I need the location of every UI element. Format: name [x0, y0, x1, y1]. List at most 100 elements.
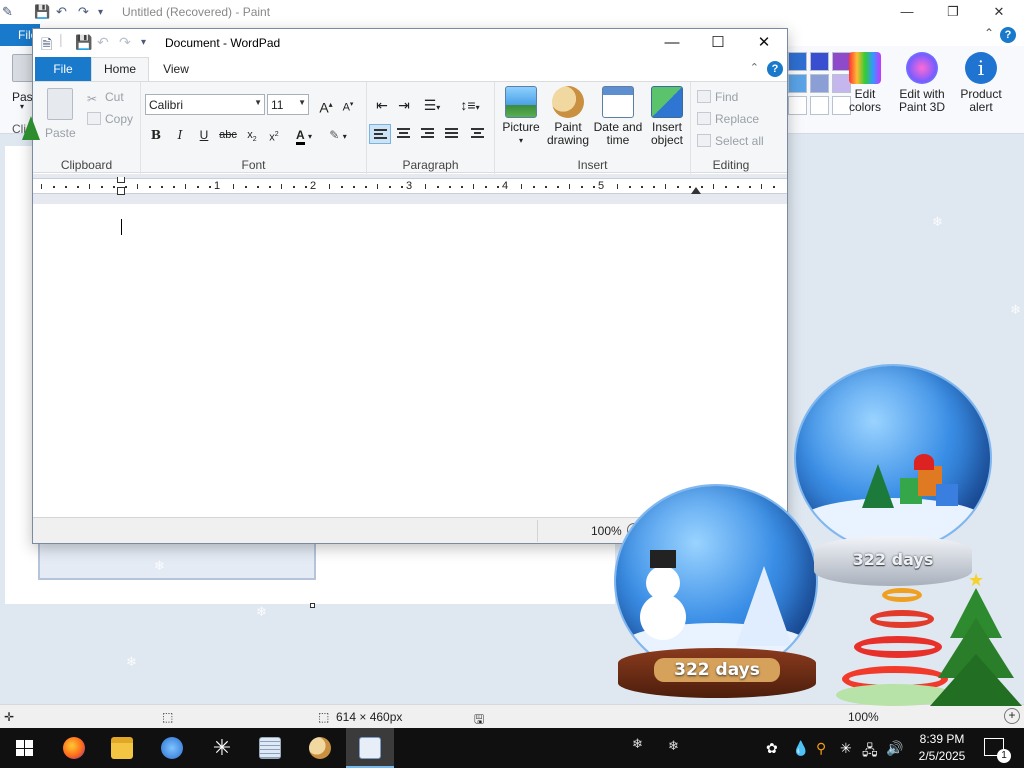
line-spacing-button[interactable]: ↕≡▾ — [455, 94, 485, 116]
customize-qa-icon[interactable]: ▾ — [98, 7, 103, 18]
edit-with-paint3d-button[interactable]: Edit with Paint 3D — [894, 52, 950, 114]
color-swatch[interactable] — [810, 52, 829, 71]
replace-button[interactable]: Replace — [697, 112, 759, 126]
highlight-color-button[interactable]: ✎ ▾ — [323, 124, 353, 146]
ruler-tick — [545, 186, 547, 188]
wordpad-app-icon[interactable]: 🗎 — [41, 34, 52, 58]
clock-time[interactable]: 8:39 PM — [912, 732, 972, 746]
date-time-button[interactable]: Date and time — [593, 86, 643, 147]
paint-minimize-button[interactable]: — — [884, 2, 930, 22]
start-button[interactable] — [0, 728, 48, 768]
help-icon[interactable]: ? — [1000, 27, 1016, 43]
first-line-indent-marker[interactable] — [117, 177, 125, 183]
insert-picture-button[interactable]: Picture ▾ — [499, 86, 543, 147]
tab-file[interactable]: File — [35, 57, 91, 81]
left-indent-marker[interactable] — [117, 187, 125, 195]
wordpad-minimize-button[interactable]: — — [649, 29, 695, 57]
grow-font-icon[interactable]: A▴ — [315, 94, 337, 116]
paint-app-icon[interactable]: ✎ — [2, 4, 13, 20]
redo-icon[interactable]: ↷ — [119, 34, 131, 51]
edit-colors-button[interactable]: Edit colors — [840, 52, 890, 114]
increase-indent-icon[interactable]: ⇥ — [393, 94, 415, 116]
subscript-icon[interactable]: x2 — [241, 124, 263, 146]
tray-droplet-icon[interactable]: 💧 — [792, 740, 809, 757]
tree-icon — [736, 566, 792, 646]
color-swatch[interactable] — [810, 74, 829, 93]
undo-icon[interactable]: ↶ — [97, 34, 109, 51]
zoom-in-icon[interactable]: + — [1004, 708, 1020, 724]
undo-icon[interactable]: ↶ — [56, 4, 67, 20]
paint-drawing-button[interactable]: Paint drawing — [545, 86, 591, 147]
color-swatch[interactable] — [788, 52, 807, 71]
text-color-button[interactable]: A ▾ — [289, 124, 319, 146]
paste-icon[interactable] — [12, 54, 34, 82]
help-icon[interactable]: ? — [767, 61, 783, 77]
paste-icon[interactable] — [47, 88, 73, 120]
bold-icon[interactable]: B — [145, 124, 167, 146]
ruler-tick — [581, 186, 583, 188]
superscript-icon[interactable]: x2 — [263, 124, 285, 146]
collapse-ribbon-icon[interactable]: ⌃ — [984, 26, 994, 40]
network-icon[interactable]: 🖧 — [862, 740, 878, 764]
italic-icon[interactable]: I — [169, 124, 191, 146]
bullets-button[interactable]: ☰▾ — [417, 94, 447, 116]
ruler-tick — [377, 184, 378, 189]
copy-button[interactable]: Copy — [87, 112, 133, 126]
customize-qa-icon[interactable]: ▾ — [141, 37, 146, 48]
product-alert-button[interactable]: i Product alert — [956, 52, 1006, 114]
cut-button[interactable]: ✂ Cut — [87, 90, 124, 106]
paint-close-button[interactable]: ✕ — [976, 2, 1022, 22]
volume-icon[interactable]: 🔊 — [886, 740, 903, 757]
snowflake-icon: ❄ — [668, 738, 679, 753]
underline-icon[interactable]: U — [193, 124, 215, 146]
decrease-indent-icon[interactable]: ⇤ — [371, 94, 393, 116]
tray-snowflake-icon[interactable]: ✳ — [840, 740, 852, 757]
taskbar-file-explorer[interactable] — [98, 728, 146, 768]
ruler[interactable]: 1 2 3 4 5 — [33, 174, 787, 204]
collapse-ribbon-icon[interactable]: ⌃ — [750, 61, 759, 74]
strikethrough-icon[interactable]: abc — [217, 124, 239, 146]
tab-view[interactable]: View — [151, 57, 201, 81]
align-center-icon[interactable] — [393, 124, 415, 144]
taskbar-paint[interactable] — [296, 728, 344, 768]
paint-maximize-button[interactable]: ❐ — [930, 2, 976, 22]
paste-dropdown-icon[interactable]: ▾ — [20, 102, 24, 111]
paste-button[interactable]: Paste — [45, 126, 76, 140]
taskbar-app[interactable] — [148, 728, 196, 768]
taskbar-wordpad[interactable] — [346, 728, 394, 768]
color-swatch[interactable] — [810, 96, 829, 115]
wordpad-close-button[interactable]: ✕ — [741, 29, 787, 57]
color-swatch[interactable] — [788, 74, 807, 93]
insert-object-button[interactable]: Insert object — [645, 86, 689, 147]
tab-home[interactable]: Home — [91, 57, 149, 82]
font-family-select[interactable]: Calibri ▼ — [145, 94, 265, 115]
shrink-font-icon[interactable]: A▾ — [337, 94, 359, 116]
snow-globe-gadget[interactable] — [796, 366, 990, 550]
taskbar-firefox[interactable] — [50, 728, 98, 768]
justify-icon[interactable] — [441, 124, 463, 144]
color-swatch[interactable] — [788, 96, 807, 115]
christmas-tree-gadget[interactable]: ★ — [930, 570, 1022, 710]
notification-center-icon[interactable]: 1 — [984, 738, 1011, 763]
align-right-icon[interactable] — [417, 124, 439, 144]
taskbar-snowflake-app[interactable]: ✳ — [198, 728, 246, 768]
tray-app-icon[interactable]: ✿ — [766, 740, 778, 757]
save-icon[interactable]: 💾 — [34, 4, 50, 20]
redo-icon[interactable]: ↷ — [78, 4, 89, 20]
paragraph-settings-icon[interactable] — [467, 124, 489, 144]
wordpad-maximize-button[interactable]: ☐ — [695, 29, 741, 57]
ruler-tick — [353, 186, 355, 188]
taskbar-notepad[interactable] — [246, 728, 294, 768]
save-icon[interactable]: 💾 — [75, 34, 92, 51]
clock-date[interactable]: 2/5/2025 — [912, 749, 972, 763]
select-all-button[interactable]: Select all — [697, 134, 764, 148]
right-indent-marker[interactable] — [691, 187, 701, 194]
find-button[interactable]: Find — [697, 90, 738, 104]
paint-palette-icon — [309, 737, 331, 759]
align-left-icon[interactable] — [369, 124, 391, 144]
tray-search-icon[interactable]: ⚲ — [816, 740, 826, 757]
font-size-select[interactable]: 11 ▼ — [267, 94, 309, 115]
copy-icon — [87, 112, 101, 125]
canvas-resize-handle[interactable] — [310, 603, 315, 608]
document-editor[interactable] — [33, 204, 787, 517]
